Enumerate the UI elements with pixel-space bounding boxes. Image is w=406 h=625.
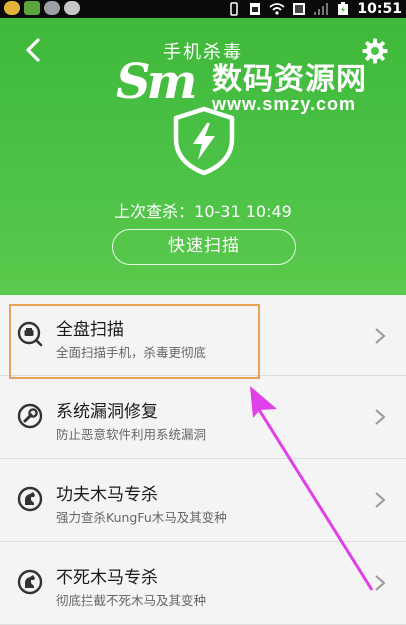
- clock: 10:51: [357, 1, 402, 17]
- watermark-text: 数码资源网: [212, 62, 367, 97]
- app-icon: [44, 1, 60, 15]
- app-icon: [64, 1, 80, 15]
- app-icon: [24, 1, 40, 15]
- horse-icon: [17, 569, 43, 595]
- last-scan-time: 上次查杀：10-31 10:49: [114, 202, 292, 221]
- vibrate-icon: [230, 2, 239, 16]
- status-bar: 10:51: [0, 0, 406, 18]
- list-item-kungfu-trojan[interactable]: 功夫木马专杀 强力查杀KungFu木马及其变种: [0, 459, 406, 542]
- list-item-title: 功夫木马专杀: [56, 485, 158, 505]
- list-item-subtitle: 彻底拦截不死木马及其变种: [56, 593, 207, 608]
- full-scan-icon: [17, 321, 43, 347]
- list-item-full-scan[interactable]: 全盘扫描 全面扫描手机，杀毒更彻底: [0, 295, 406, 376]
- list-item-undead-trojan[interactable]: 不死木马专杀 彻底拦截不死木马及其变种: [0, 542, 406, 625]
- screenshot-icon: [293, 3, 306, 15]
- wifi-icon: [269, 3, 286, 15]
- list-item-title: 全盘扫描: [56, 320, 124, 340]
- watermark-logo-icon: Sm: [116, 54, 197, 110]
- chevron-right-icon: [375, 492, 386, 508]
- list-item-subtitle: 强力查杀KungFu木马及其变种: [56, 510, 227, 525]
- scan-options-list: 全盘扫描 全面扫描手机，杀毒更彻底 系统漏洞修复 防止恶意软件利用系统漏洞 功夫…: [0, 295, 406, 625]
- list-item-vulnerability-fix[interactable]: 系统漏洞修复 防止恶意软件利用系统漏洞: [0, 376, 406, 459]
- horse-icon: [17, 486, 43, 512]
- list-item-subtitle: 防止恶意软件利用系统漏洞: [56, 427, 207, 442]
- list-item-title: 不死木马专杀: [56, 568, 158, 588]
- header: 手机杀毒 Sm 数码资源网 www.smzy.com 上次查杀：10-31 10…: [0, 18, 406, 295]
- wrench-icon: [17, 403, 43, 429]
- chevron-right-icon: [375, 409, 386, 425]
- app-icon: [4, 1, 20, 15]
- list-item-title: 系统漏洞修复: [56, 402, 158, 422]
- signal-icon: [314, 3, 329, 15]
- chevron-right-icon: [375, 575, 386, 591]
- quick-scan-button[interactable]: 快速扫描: [112, 229, 296, 265]
- chevron-right-icon: [375, 328, 386, 344]
- battery-icon: [338, 2, 349, 15]
- list-item-subtitle: 全面扫描手机，杀毒更彻底: [56, 345, 207, 360]
- watermark: Sm 数码资源网 www.smzy.com: [112, 48, 372, 120]
- shield-icon: [173, 106, 235, 176]
- sim-icon: [250, 3, 261, 15]
